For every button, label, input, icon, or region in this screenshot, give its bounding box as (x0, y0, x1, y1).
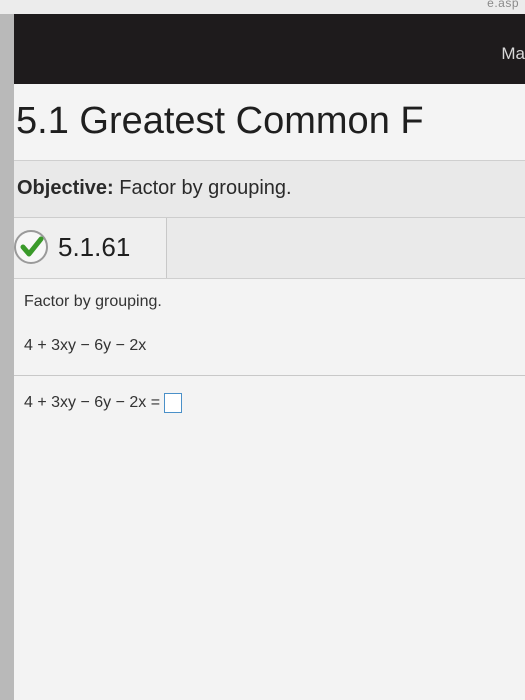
answer-row: 4 + 3xy − 6y − 2x = (24, 393, 183, 413)
answer-prefix: 4 + 3xy − 6y − 2x = (24, 394, 161, 411)
answer-input[interactable] (164, 393, 183, 413)
question-panel: Factor by grouping. 4 + 3xy − 6y − 2x 4 … (14, 279, 525, 700)
problem-bar: 5.1.61 (14, 218, 525, 279)
problem-number: 5.1.61 (58, 232, 131, 262)
question-expression: 4 + 3xy − 6y − 2x (24, 337, 147, 354)
objective-label: Objective: (17, 177, 114, 199)
objective-text: Objective: Factor by grouping. (17, 177, 292, 200)
check-icon (14, 230, 48, 264)
section-header: 5.1 Greatest Common F (14, 84, 525, 161)
objective-value: Factor by grouping. (119, 177, 292, 199)
main-content: 5.1 Greatest Common F Objective: Factor … (14, 84, 525, 700)
divider (14, 375, 525, 376)
problem-tab[interactable]: 5.1.61 (14, 218, 167, 278)
left-gutter (0, 14, 14, 700)
question-instruction: Factor by grouping. (24, 293, 162, 310)
top-navigation-bar: Ma (14, 14, 525, 84)
url-text: e.asp (487, 0, 519, 10)
browser-address-bar[interactable]: e.asp (0, 0, 525, 14)
page-title: 5.1 Greatest Common F (16, 100, 424, 142)
brand-text[interactable]: Ma (501, 44, 525, 64)
objective-bar: Objective: Factor by grouping. (14, 161, 525, 218)
